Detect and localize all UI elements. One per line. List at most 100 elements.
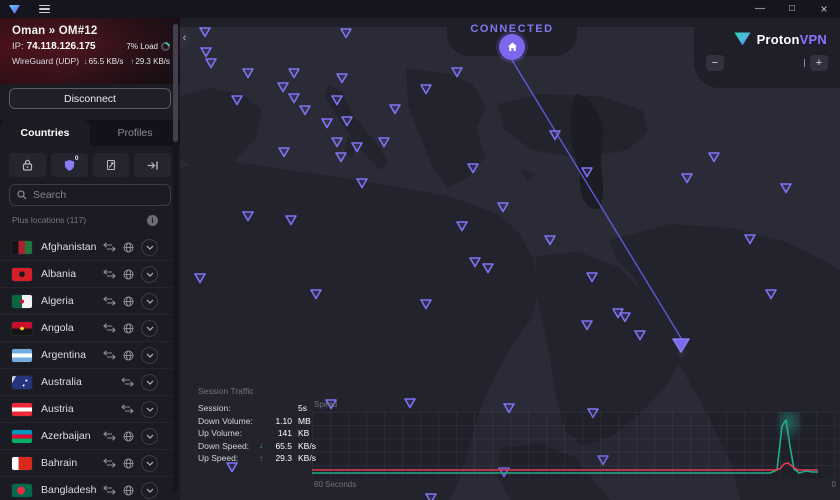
location-pin[interactable] — [352, 143, 362, 152]
zoom-in-button[interactable]: + — [810, 55, 828, 71]
zoom-out-button[interactable]: − — [706, 55, 724, 71]
location-pin[interactable] — [421, 85, 431, 94]
info-icon[interactable]: i — [147, 215, 158, 226]
country-row-australia[interactable]: Australia — [0, 369, 180, 396]
country-row-angola[interactable]: Angola — [0, 315, 180, 342]
stat-unit: 5s — [298, 403, 324, 413]
location-pin[interactable] — [195, 274, 205, 283]
location-pin[interactable] — [206, 59, 216, 68]
expand-country-button[interactable] — [141, 455, 158, 472]
menu-icon[interactable] — [39, 5, 50, 14]
location-pin[interactable] — [498, 203, 508, 212]
location-pin[interactable] — [311, 290, 321, 299]
country-row-argentina[interactable]: Argentina — [0, 342, 180, 369]
location-pin[interactable] — [682, 174, 692, 183]
location-pin[interactable] — [289, 94, 299, 103]
location-pin[interactable] — [342, 117, 352, 126]
location-pin[interactable] — [470, 258, 480, 267]
location-pin[interactable] — [289, 69, 299, 78]
location-pin[interactable] — [286, 216, 296, 225]
expand-country-button[interactable] — [141, 428, 158, 445]
expand-country-button[interactable] — [141, 401, 158, 418]
expand-country-button[interactable] — [141, 293, 158, 310]
netshield-button[interactable]: 0 — [51, 153, 88, 177]
connected-location-pin[interactable] — [673, 339, 689, 352]
expand-country-button[interactable] — [141, 320, 158, 337]
tab-countries[interactable]: Countries — [0, 120, 90, 146]
expand-country-button[interactable] — [141, 347, 158, 364]
home-icon — [507, 42, 518, 52]
location-pin[interactable] — [200, 28, 210, 37]
location-pin[interactable] — [341, 29, 351, 38]
location-pin[interactable] — [545, 236, 555, 245]
proton-logo-icon — [8, 4, 21, 15]
location-pin[interactable] — [337, 74, 347, 83]
location-pin[interactable] — [332, 96, 342, 105]
location-pin[interactable] — [766, 290, 776, 299]
location-pin[interactable] — [232, 96, 242, 105]
streaming-globe-icon — [123, 458, 134, 469]
chevron-down-icon — [146, 461, 154, 466]
location-pin[interactable] — [336, 153, 346, 162]
country-flag — [12, 403, 32, 416]
location-pin[interactable] — [635, 331, 645, 340]
location-pin[interactable] — [332, 138, 342, 147]
close-button[interactable]: × — [808, 0, 840, 18]
location-pin[interactable] — [483, 264, 493, 273]
search-input[interactable] — [33, 189, 153, 201]
country-row-azerbaijan[interactable]: Azerbaijan — [0, 423, 180, 450]
connection-header: Oman » OM#12 IP: 74.118.126.175 7% Load … — [0, 18, 180, 84]
minimize-button[interactable]: — — [744, 0, 776, 18]
zoom-slider-handle[interactable] — [804, 59, 806, 67]
location-pin[interactable] — [300, 106, 310, 115]
expand-country-button[interactable] — [141, 482, 158, 499]
upload-speed-line — [312, 463, 818, 470]
location-pin[interactable] — [452, 68, 462, 77]
location-pin[interactable] — [379, 138, 389, 147]
tab-profiles[interactable]: Profiles — [90, 120, 180, 146]
speed-graph-title: Speed — [314, 400, 838, 409]
port-forwarding-icon — [146, 160, 159, 171]
home-location-pin[interactable] — [499, 34, 525, 60]
location-pin[interactable] — [390, 105, 400, 114]
ip-address: 74.118.126.175 — [27, 41, 96, 52]
country-row-austria[interactable]: Austria — [0, 396, 180, 423]
location-pin[interactable] — [457, 222, 467, 231]
country-name: Bahrain — [41, 457, 77, 469]
scrollbar-thumb[interactable] — [173, 24, 178, 142]
location-pin[interactable] — [582, 321, 592, 330]
expand-country-button[interactable] — [141, 266, 158, 283]
location-pin[interactable] — [322, 119, 332, 128]
maximize-button[interactable]: □ — [776, 0, 808, 18]
sidebar-tabs: Countries Profiles — [0, 120, 180, 146]
kill-switch-button[interactable] — [93, 153, 130, 177]
location-pin[interactable] — [620, 313, 630, 322]
search-box[interactable] — [9, 184, 171, 206]
country-flag — [12, 484, 32, 497]
location-pin[interactable] — [468, 164, 478, 173]
stat-label: Down Volume: — [198, 416, 256, 426]
location-pin[interactable] — [243, 69, 253, 78]
location-pin[interactable] — [421, 300, 431, 309]
location-pin[interactable] — [709, 153, 719, 162]
expand-country-button[interactable] — [141, 374, 158, 391]
country-row-albania[interactable]: Albania — [0, 261, 180, 288]
country-row-bahrain[interactable]: Bahrain — [0, 450, 180, 477]
location-pin[interactable] — [587, 273, 597, 282]
location-pin[interactable] — [201, 48, 211, 57]
location-pin[interactable] — [243, 212, 253, 221]
location-pin[interactable] — [781, 184, 791, 193]
secure-core-button[interactable] — [9, 153, 46, 177]
location-pin[interactable] — [279, 148, 289, 157]
country-row-bangladesh[interactable]: Bangladesh — [0, 477, 180, 500]
location-pin[interactable] — [278, 83, 288, 92]
location-pin[interactable] — [582, 168, 592, 177]
location-pin[interactable] — [357, 179, 367, 188]
expand-country-button[interactable] — [141, 239, 158, 256]
country-row-algeria[interactable]: Algeria — [0, 288, 180, 315]
disconnect-button[interactable]: Disconnect — [9, 88, 171, 109]
port-forwarding-button[interactable] — [134, 153, 171, 177]
stat-arrow-icon: ↓ — [256, 441, 266, 450]
location-pin[interactable] — [745, 235, 755, 244]
country-row-afghanistan[interactable]: Afghanistan — [0, 234, 180, 261]
